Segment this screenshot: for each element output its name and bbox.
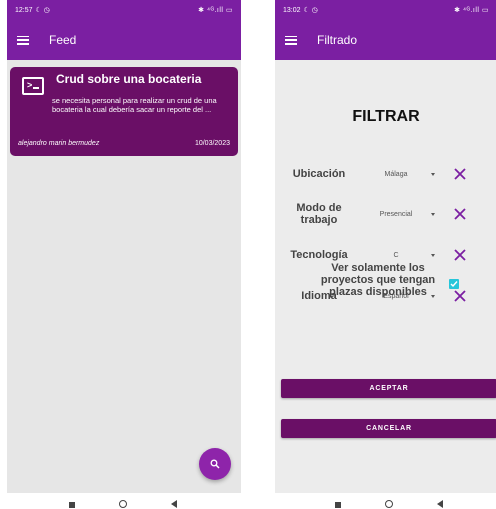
filter-heading: FILTRAR [352, 108, 420, 125]
card-author: alejandro marin bermudez [18, 140, 100, 147]
clear-location-button[interactable] [453, 167, 467, 181]
close-icon [454, 168, 466, 180]
filter-form: FILTRAR Ubicación Málaga Modo de trabajo… [275, 60, 496, 493]
app-bar: Filtrado [275, 20, 496, 60]
available-slots-checkbox[interactable] [449, 279, 459, 289]
card-title: Crud sobre una bocateria [56, 72, 202, 86]
filter-label: Ubicación [292, 168, 346, 180]
select-value: C [393, 251, 399, 259]
check-icon [450, 281, 458, 288]
home-icon[interactable] [385, 500, 393, 508]
back-icon[interactable] [171, 500, 177, 508]
clear-technology-button[interactable] [453, 248, 467, 262]
technology-select[interactable]: C [355, 252, 435, 259]
status-icons-right: ✱ ⁴ᴳ.ıll ▭ [198, 7, 233, 14]
recents-icon[interactable] [335, 502, 341, 508]
select-value: Presencial [379, 210, 413, 218]
home-icon[interactable] [119, 500, 127, 508]
card-date: 10/03/2023 [194, 140, 230, 147]
dropdown-arrow-icon [431, 212, 435, 216]
system-nav-bar [7, 493, 241, 509]
dropdown-arrow-icon [431, 172, 435, 176]
back-icon[interactable] [437, 500, 443, 508]
status-time: 13:02 [283, 6, 301, 14]
status-bar: 13:02 ☾ ◷ ✱ ⁴ᴳ.ıll ▭ [275, 0, 496, 20]
clear-work-mode-button[interactable] [453, 207, 467, 221]
cancel-button[interactable]: CANCELAR [281, 419, 496, 438]
menu-icon[interactable] [285, 35, 297, 45]
status-icons-left: ☾ ◷ [303, 7, 318, 14]
location-select[interactable]: Málaga [355, 171, 435, 178]
search-icon [210, 459, 220, 469]
card-description: se necesita personal para realizar un cr… [52, 97, 217, 114]
status-icons-left: ☾ ◷ [35, 7, 50, 14]
filter-row-work-mode: Modo de trabajo Presencial [283, 199, 493, 229]
status-icons-right: ✱ ⁴ᴳ.ıll ▭ [454, 7, 489, 14]
feed-list[interactable]: > Crud sobre una bocateria se necesita p… [7, 60, 241, 493]
available-slots-option: Ver solamente los proyectos que tengan p… [275, 262, 496, 298]
app-bar: Feed [7, 20, 241, 60]
menu-icon[interactable] [17, 35, 29, 45]
filter-label: Tecnología [290, 249, 348, 261]
app-bar-title: Filtrado [317, 33, 358, 47]
project-card[interactable]: > Crud sobre una bocateria se necesita p… [10, 67, 238, 156]
close-icon [454, 249, 466, 261]
accept-button[interactable]: ACEPTAR [281, 379, 496, 398]
select-value: Málaga [384, 170, 408, 178]
terminal-icon: > [22, 77, 44, 95]
recents-icon[interactable] [69, 502, 75, 508]
filter-row-location: Ubicación Málaga [283, 159, 493, 189]
app-bar-title: Feed [49, 33, 77, 47]
checkbox-label: Ver solamente los proyectos que tengan p… [320, 262, 436, 298]
status-time: 12:57 [15, 6, 33, 14]
close-icon [454, 208, 466, 220]
system-nav-bar [275, 493, 496, 509]
status-bar: 12:57 ☾ ◷ ✱ ⁴ᴳ.ıll ▭ [7, 0, 241, 20]
filter-label: Modo de trabajo [296, 202, 342, 226]
feed-screen: 12:57 ☾ ◷ ✱ ⁴ᴳ.ıll ▭ Feed > Crud sobre u… [7, 0, 241, 509]
work-mode-select[interactable]: Presencial [355, 211, 435, 218]
search-fab-button[interactable] [199, 448, 231, 480]
filter-screen: 13:02 ☾ ◷ ✱ ⁴ᴳ.ıll ▭ Filtrado FILTRAR Ub… [275, 0, 496, 509]
dropdown-arrow-icon [431, 253, 435, 257]
